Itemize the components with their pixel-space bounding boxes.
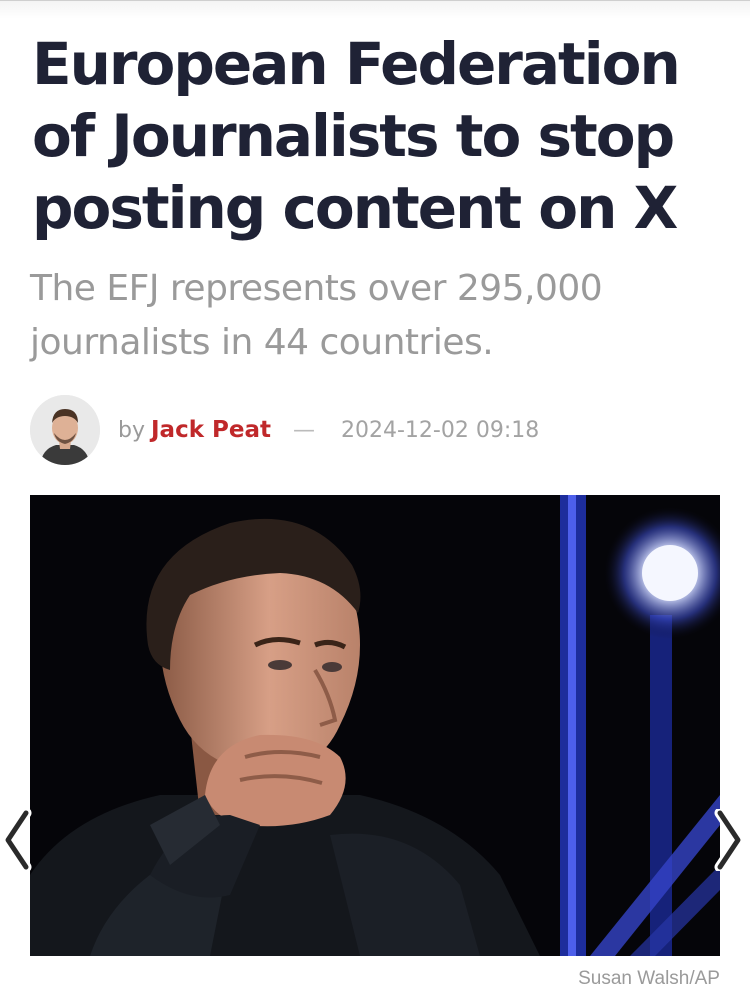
article-photo[interactable] xyxy=(30,495,720,956)
author-link[interactable]: Jack Peat xyxy=(151,417,271,443)
article-headline: European Federation of Journalists to st… xyxy=(32,30,681,242)
author-avatar[interactable] xyxy=(30,395,100,465)
photo-credit: Susan Walsh/AP xyxy=(578,968,720,989)
chevron-left-icon xyxy=(2,809,32,871)
article-subtitle: The EFJ represents over 295,000 journali… xyxy=(30,268,603,363)
publish-timestamp: 2024-12-02 09:18 xyxy=(340,417,540,443)
browser-top-bar xyxy=(0,0,750,19)
byline: by Jack Peat — 2024-12-02 09:18 xyxy=(30,395,539,465)
byline-separator: — xyxy=(292,417,315,443)
chevron-right-icon xyxy=(714,809,744,871)
gallery-next-button[interactable] xyxy=(712,808,746,872)
gallery-prev-button[interactable] xyxy=(0,808,34,872)
byline-prefix: by xyxy=(118,417,145,443)
